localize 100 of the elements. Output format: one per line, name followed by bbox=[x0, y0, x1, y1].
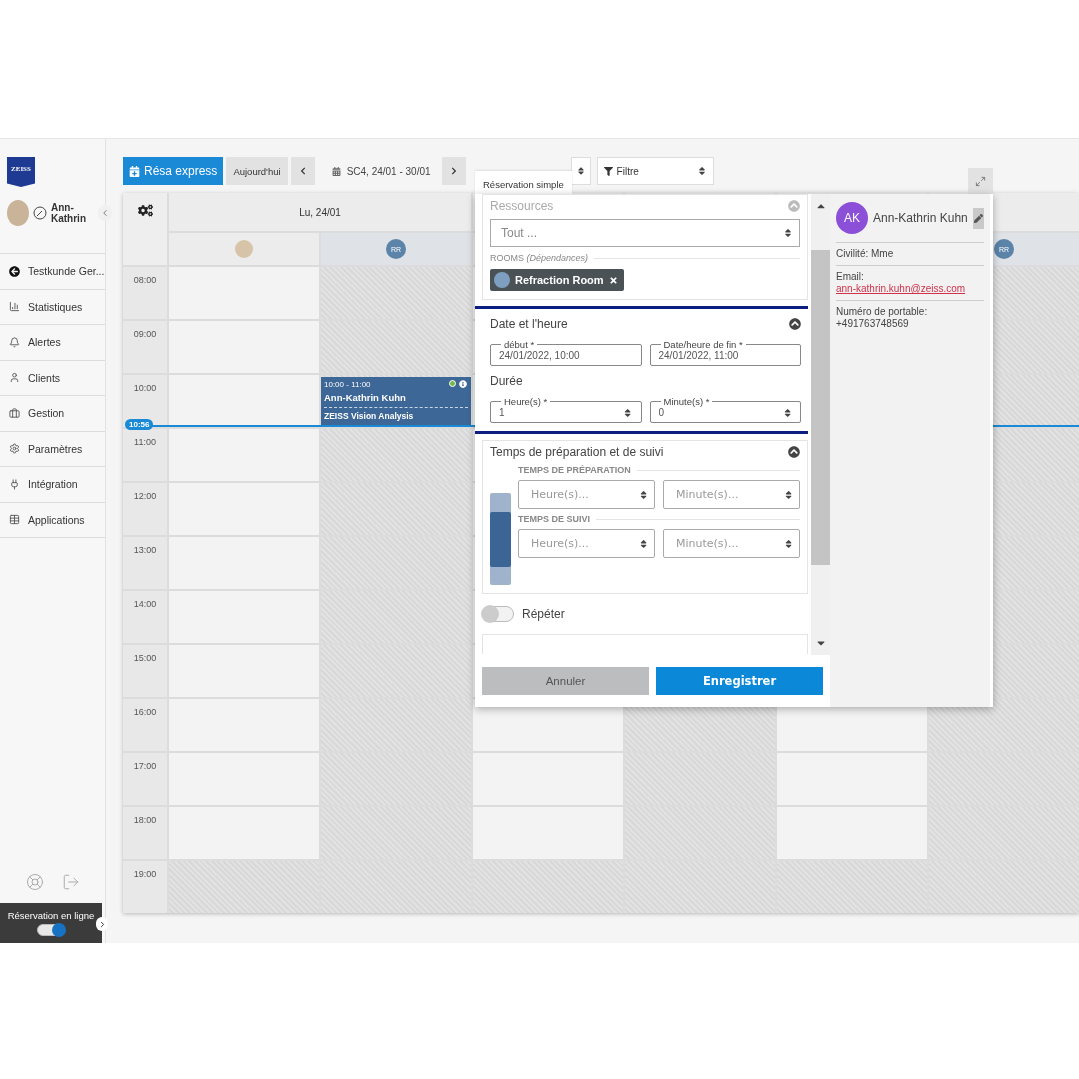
sidebar-item[interactable]: Testkunde Ger... bbox=[0, 254, 105, 290]
user-icon bbox=[9, 372, 20, 384]
sort-icon bbox=[696, 166, 707, 176]
minutes-select[interactable]: Minute(s) * 0 bbox=[649, 396, 801, 423]
pencil-icon bbox=[973, 213, 983, 223]
filter-select[interactable]: Filtre bbox=[596, 157, 714, 185]
sidebar-item[interactable]: Intégration bbox=[0, 467, 105, 503]
duration-label: Durée bbox=[490, 374, 524, 388]
sort-icon bbox=[783, 228, 793, 238]
end-date-field[interactable]: Date/heure de fin * 24/01/2022, 11:00 bbox=[649, 339, 801, 366]
sort-icon bbox=[783, 538, 793, 549]
day-header: Lu, 24/01 bbox=[169, 193, 471, 231]
time-label: 17:00 bbox=[123, 753, 167, 805]
user-avatar bbox=[7, 200, 29, 226]
sidebar-item[interactable]: Statistiques bbox=[0, 289, 105, 325]
chevron-left-icon bbox=[100, 208, 110, 218]
remove-icon[interactable] bbox=[608, 275, 618, 285]
civility-text: Civilité: Mme bbox=[836, 248, 894, 259]
hours-input[interactable]: 1 bbox=[499, 407, 624, 418]
email-label: Email: bbox=[836, 271, 864, 282]
group-label: ROOMS (Dépendances) bbox=[490, 253, 589, 263]
collapse-button[interactable] bbox=[98, 205, 112, 221]
save-button[interactable]: Enregistrer bbox=[656, 667, 823, 695]
compass-icon bbox=[33, 206, 47, 220]
time-label: 15:00 bbox=[123, 645, 167, 697]
end-date-input[interactable]: 24/01/2022, 11:00 bbox=[658, 350, 792, 361]
appointment-service: ZEISS Vision Analysis bbox=[324, 411, 415, 421]
hours-select[interactable]: Heure(s) * 1 bbox=[490, 396, 642, 423]
hours-input[interactable]: Heure(s)... bbox=[529, 487, 639, 502]
next-button[interactable] bbox=[441, 157, 466, 185]
time-label: 11:00 bbox=[123, 429, 167, 481]
client-avatar: AK bbox=[836, 202, 868, 234]
resource-select[interactable]: Tout ... bbox=[490, 219, 800, 247]
edit-button[interactable] bbox=[972, 207, 984, 229]
express-booking-button[interactable]: Résa express bbox=[123, 157, 224, 185]
client-name: Ann-Kathrin Kuhn bbox=[873, 211, 968, 225]
today-button[interactable]: Aujourd'hui bbox=[226, 157, 288, 185]
sort-icon bbox=[577, 166, 584, 176]
phone-label: Numéro de portable: bbox=[836, 306, 928, 317]
time-label: 14:00 bbox=[123, 591, 167, 643]
minutes-select[interactable]: Minute(s)... bbox=[663, 480, 800, 509]
chevron-right-icon bbox=[449, 167, 458, 175]
previous-button[interactable] bbox=[290, 157, 315, 185]
phone-number: +491763748569 bbox=[836, 318, 909, 329]
hours-input[interactable]: Heure(s)... bbox=[529, 536, 639, 551]
status-dot bbox=[449, 380, 456, 387]
expand-button[interactable] bbox=[96, 917, 108, 931]
help-icon[interactable] bbox=[25, 873, 44, 891]
hours-select[interactable]: Heure(s)... bbox=[518, 480, 655, 509]
time-label: 13:00 bbox=[123, 537, 167, 589]
online-booking-label: Réservation en ligne bbox=[7, 910, 95, 921]
time-label: 08:00 bbox=[123, 267, 167, 319]
bell-icon bbox=[9, 336, 20, 348]
booking-tab[interactable]: Réservation simple bbox=[475, 171, 572, 194]
online-booking-toggle[interactable] bbox=[37, 924, 65, 936]
minutes-input[interactable]: 0 bbox=[658, 407, 783, 418]
sort-icon bbox=[638, 489, 648, 500]
collapse-icon[interactable] bbox=[789, 318, 801, 330]
section-title: Temps de préparation et de suivi bbox=[490, 445, 664, 459]
time-label: 16:00 bbox=[123, 699, 167, 751]
minutes-input[interactable]: Minute(s)... bbox=[674, 536, 784, 551]
calendar-icon bbox=[331, 166, 341, 176]
sidebar-item[interactable]: Alertes bbox=[0, 325, 105, 361]
appointment-card[interactable]: 10:00 - 11:00 Ann-Kathrin Kuhn ZEISS Vision Analysis bbox=[321, 377, 471, 427]
filter-icon bbox=[603, 166, 613, 176]
settings-icon[interactable] bbox=[137, 203, 153, 218]
sidebar-item[interactable]: Paramètres bbox=[0, 431, 105, 467]
section-title: Date et l'heure bbox=[490, 317, 568, 331]
briefcase-icon bbox=[9, 407, 20, 419]
email-link[interactable]: ann-kathrin.kuhn@zeiss.com bbox=[836, 283, 966, 294]
sort-icon bbox=[782, 407, 792, 418]
resource-chip[interactable]: Refraction Room bbox=[490, 269, 624, 291]
bar-chart-icon bbox=[9, 301, 20, 313]
time-label: 18:00 bbox=[123, 807, 167, 859]
hours-select[interactable]: Heure(s)... bbox=[518, 529, 655, 558]
view-select[interactable] bbox=[570, 157, 591, 185]
collapse-icon[interactable] bbox=[788, 446, 800, 458]
logout-icon[interactable] bbox=[61, 873, 80, 891]
sidebar-item[interactable]: Gestion bbox=[0, 396, 105, 432]
start-date-input[interactable]: 24/01/2022, 10:00 bbox=[499, 350, 633, 361]
scrollbar[interactable] bbox=[811, 194, 830, 655]
week-label: SC4, 24/01 - 30/01 bbox=[317, 157, 439, 185]
repeat-toggle[interactable] bbox=[482, 606, 514, 622]
sidebar-item[interactable]: Clients bbox=[0, 360, 105, 396]
appointment-client: Ann-Kathrin Kuhn bbox=[324, 392, 468, 408]
chip-label: Refraction Room bbox=[515, 274, 604, 286]
sidebar-item[interactable]: Applications bbox=[0, 502, 105, 538]
calendar-slot[interactable] bbox=[169, 375, 319, 427]
time-label: 09:00 bbox=[123, 321, 167, 373]
minutes-select[interactable]: Minute(s)... bbox=[663, 529, 800, 558]
start-date-field[interactable]: début * 24/01/2022, 10:00 bbox=[490, 339, 642, 366]
section-title: Ressources bbox=[490, 199, 554, 213]
current-time-label: 10:56 bbox=[125, 419, 154, 431]
plug-icon bbox=[9, 478, 20, 490]
cancel-button[interactable]: Annuler bbox=[482, 667, 649, 695]
sort-icon bbox=[783, 489, 793, 500]
info-icon[interactable] bbox=[459, 380, 467, 388]
chevron-left-icon bbox=[298, 167, 307, 175]
grid-icon bbox=[9, 514, 20, 526]
minutes-input[interactable]: Minute(s)... bbox=[674, 487, 784, 502]
